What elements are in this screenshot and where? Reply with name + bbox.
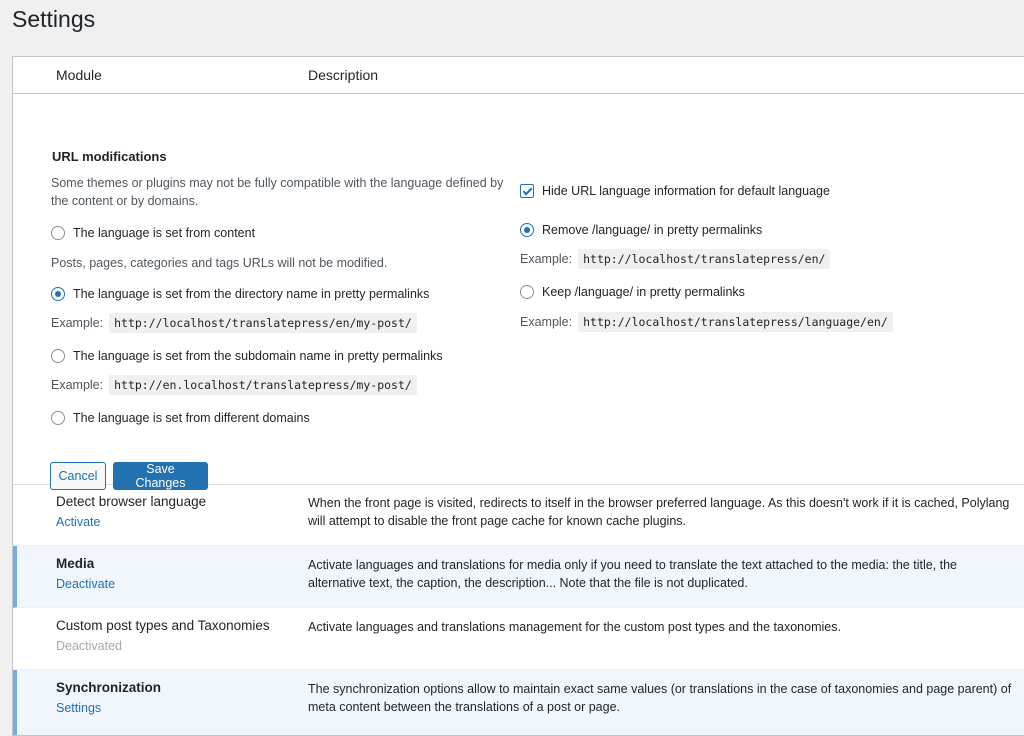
module-row-custom-post-types: Custom post types and Taxonomies Deactiv… <box>13 608 1024 670</box>
url-modifications-settings: URL modifications Some themes or plugins… <box>13 94 1024 490</box>
radio-label: Keep /language/ in pretty permalinks <box>542 285 745 299</box>
subdomain-example: Example: http://en.localhost/translatepr… <box>51 375 417 395</box>
url-modifications-title: URL modifications <box>52 149 167 164</box>
example-url: http://en.localhost/translatepress/my-po… <box>109 375 417 395</box>
activate-link[interactable]: Activate <box>56 515 100 529</box>
example-label: Example: <box>520 252 573 266</box>
radio-language-from-subdomain[interactable]: The language is set from the subdomain n… <box>51 349 443 363</box>
column-header-module: Module <box>56 67 102 83</box>
compatibility-warning: Some themes or plugins may not be fully … <box>51 176 504 208</box>
column-header-description: Description <box>308 67 379 83</box>
checkbox-hide-default-language[interactable]: Hide URL language information for defaul… <box>520 184 830 198</box>
example-url: http://localhost/translatepress/language… <box>578 312 893 332</box>
table-header: Module Description <box>13 57 1024 94</box>
radio-button[interactable] <box>520 285 534 299</box>
radio-button[interactable] <box>51 226 65 240</box>
module-name: Synchronization <box>56 680 162 695</box>
directory-example: Example: http://localhost/translatepress… <box>51 313 417 333</box>
module-description: The synchronization options allow to mai… <box>308 682 1012 714</box>
checkbox-checked[interactable] <box>520 184 534 198</box>
remove-slug-example: Example: http://localhost/translatepress… <box>520 249 831 269</box>
module-name: Custom post types and Taxonomies <box>56 618 270 633</box>
radio-label: The language is set from the subdomain n… <box>73 349 443 363</box>
radio-language-from-domains[interactable]: The language is set from different domai… <box>51 411 310 425</box>
module-row-media: Media Deactivate Activate languages and … <box>13 546 1024 608</box>
radio-language-from-content[interactable]: The language is set from content <box>51 226 255 240</box>
checkbox-label: Hide URL language information for defaul… <box>542 184 830 198</box>
keep-slug-example: Example: http://localhost/translatepress… <box>520 312 893 332</box>
example-url: http://localhost/translatepress/en/ <box>578 249 831 269</box>
radio-button-checked[interactable] <box>520 223 534 237</box>
radio-label: The language is set from the directory n… <box>73 287 430 301</box>
module-row-synchronization: Synchronization Settings The synchroniza… <box>13 670 1024 735</box>
radio-button[interactable] <box>51 411 65 425</box>
radio-label: The language is set from content <box>73 226 256 240</box>
module-name: Media <box>56 556 95 571</box>
example-url: http://localhost/translatepress/en/my-po… <box>109 313 417 333</box>
settings-link[interactable]: Settings <box>56 701 101 715</box>
radio-keep-language-slug[interactable]: Keep /language/ in pretty permalinks <box>520 285 745 299</box>
example-label: Example: <box>51 378 104 392</box>
module-description: Activate languages and translations for … <box>308 558 958 590</box>
radio-remove-language-slug[interactable]: Remove /language/ in pretty permalinks <box>520 223 762 237</box>
content-option-note: Posts, pages, categories and tags URLs w… <box>51 256 388 270</box>
radio-button[interactable] <box>51 349 65 363</box>
module-name: Detect browser language <box>56 494 207 509</box>
deactivated-status: Deactivated <box>56 639 123 653</box>
radio-language-from-directory[interactable]: The language is set from the directory n… <box>51 287 429 301</box>
radio-label: Remove /language/ in pretty permalinks <box>542 223 763 237</box>
page-title: Settings <box>12 6 96 32</box>
module-description: When the front page is visited, redirect… <box>308 496 1010 528</box>
module-row-detect-browser-language: Detect browser language Activate When th… <box>13 484 1024 546</box>
radio-button-checked[interactable] <box>51 287 65 301</box>
deactivate-link[interactable]: Deactivate <box>56 577 115 591</box>
example-label: Example: <box>51 316 104 330</box>
radio-label: The language is set from different domai… <box>73 411 310 425</box>
module-description: Activate languages and translations mana… <box>308 620 841 634</box>
modules-table: Module Description URL modifications Som… <box>12 56 1024 736</box>
example-label: Example: <box>520 315 573 329</box>
